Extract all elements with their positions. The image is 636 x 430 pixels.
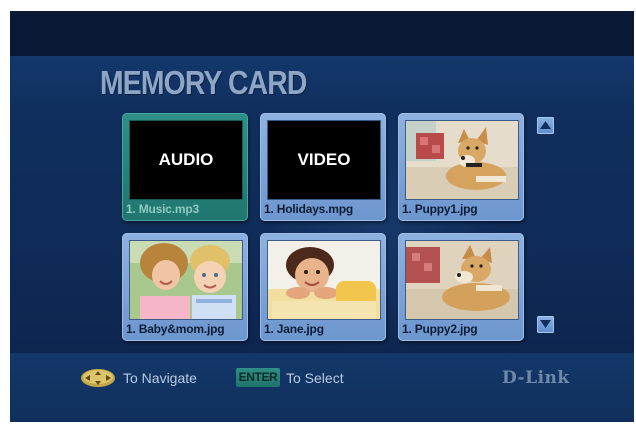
arrow-down-icon: [540, 320, 551, 328]
video-thumbnail: VIDEO: [267, 120, 381, 200]
arrow-up-icon: [540, 121, 551, 129]
page-title: MEMORY CARD: [100, 64, 307, 101]
select-hint: To Select: [286, 370, 344, 386]
tile-caption: 1. Holidays.mpg: [264, 202, 354, 216]
scroll-down-button[interactable]: [537, 316, 554, 333]
audio-thumbnail: AUDIO: [129, 120, 243, 200]
thumbnail-label: VIDEO: [297, 150, 351, 169]
tile-caption: 1. Baby&mom.jpg: [126, 322, 225, 336]
tile-caption: 1. Music.mp3: [126, 202, 199, 216]
screen: MEMORY CARD AUDIO 1. Music.mp3 VIDEO 1. …: [10, 11, 634, 422]
tile-caption: 1. Puppy1.jpg: [402, 202, 478, 216]
thumbnail-label: AUDIO: [158, 150, 214, 169]
brand-logo: D-Link: [502, 368, 570, 388]
media-tile-audio[interactable]: AUDIO 1. Music.mp3: [122, 113, 248, 221]
top-band: [10, 11, 634, 56]
media-tile-photo[interactable]: 1. Puppy2.jpg: [398, 233, 524, 341]
scroll-up-button[interactable]: [537, 117, 554, 134]
mom-baby-photo-thumbnail: [129, 240, 243, 320]
dpad-icon: [81, 369, 115, 387]
enter-key-icon: ENTER: [236, 368, 280, 387]
media-tile-photo[interactable]: 1. Puppy1.jpg: [398, 113, 524, 221]
tile-caption: 1. Jane.jpg: [264, 322, 324, 336]
media-tile-video[interactable]: VIDEO 1. Holidays.mpg: [260, 113, 386, 221]
dog-photo-thumbnail: [405, 120, 519, 200]
navigate-hint: To Navigate: [123, 370, 197, 386]
girl-photo-thumbnail: [267, 240, 381, 320]
media-tile-photo[interactable]: 1. Baby&mom.jpg: [122, 233, 248, 341]
media-tile-photo[interactable]: 1. Jane.jpg: [260, 233, 386, 341]
dog-photo-thumbnail: [405, 240, 519, 320]
tile-caption: 1. Puppy2.jpg: [402, 322, 478, 336]
